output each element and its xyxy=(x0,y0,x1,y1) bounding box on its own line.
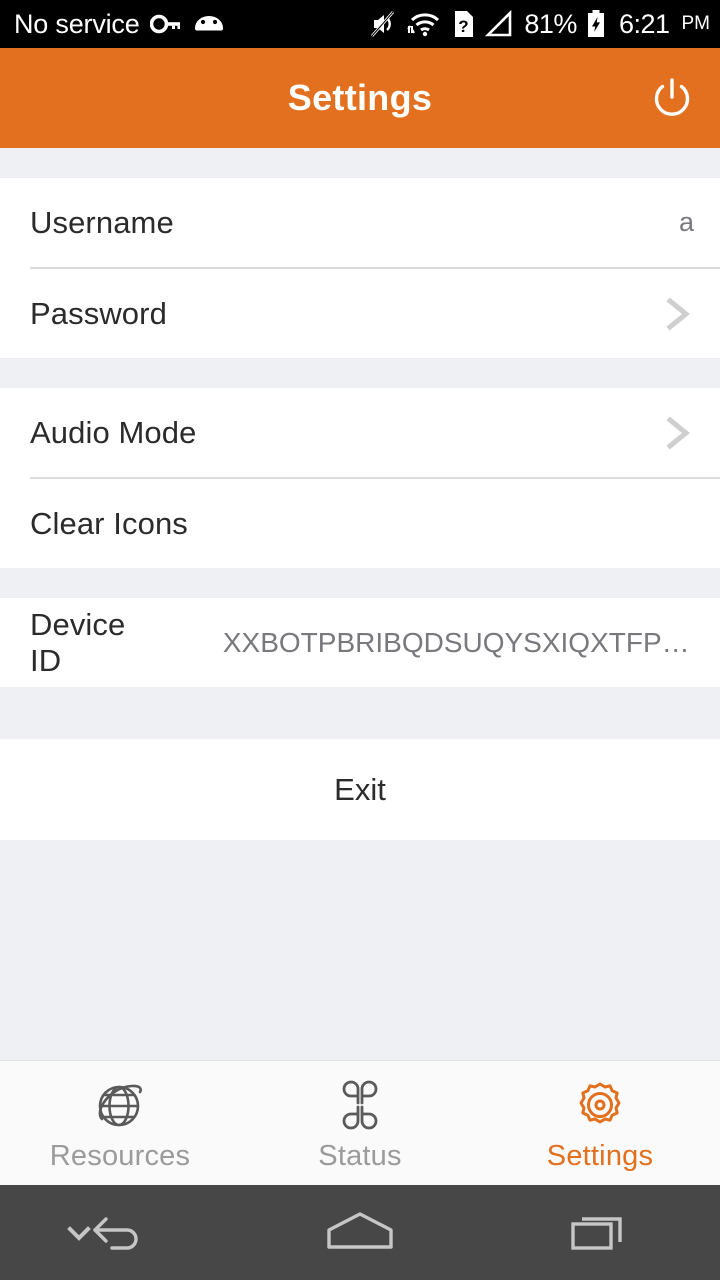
tab-settings[interactable]: Settings xyxy=(480,1061,720,1185)
clover-icon xyxy=(331,1074,389,1136)
exit-button-label: Exit xyxy=(334,771,386,807)
chevron-right-icon xyxy=(660,290,694,338)
row-value: a xyxy=(678,207,694,237)
options-settings-group: Audio Mode Clear Icons xyxy=(0,388,720,568)
wifi-icon xyxy=(407,10,443,38)
tab-label: Settings xyxy=(546,1139,654,1172)
chevron-down-icon[interactable] xyxy=(62,1221,96,1245)
chevron-right-icon xyxy=(660,409,694,457)
home-icon[interactable] xyxy=(240,1206,480,1260)
page-title: Settings xyxy=(287,77,433,118)
vpn-key-icon xyxy=(149,12,182,36)
section-gap-exit xyxy=(0,687,720,739)
row-label: Password xyxy=(30,295,167,331)
app-bar: Settings xyxy=(0,48,720,148)
globe-icon xyxy=(90,1074,150,1136)
battery-percent-label: 81% xyxy=(524,8,577,39)
clock-ampm-label: PM xyxy=(681,13,711,34)
svg-text:?: ? xyxy=(459,17,469,36)
settings-row-device-id[interactable]: Device ID XXBOTPBRIBQDSUQYSXIQXTFPR… xyxy=(0,598,720,687)
android-head-icon xyxy=(192,12,226,36)
battery-charging-icon xyxy=(586,9,606,39)
status-bar-left: No service xyxy=(14,9,226,40)
tab-resources[interactable]: Resources xyxy=(0,1061,240,1185)
volume-mute-icon xyxy=(368,9,398,39)
status-bar-right: ? 81% 6:21 PM xyxy=(368,9,710,40)
tab-label: Resources xyxy=(49,1139,191,1172)
sim-unknown-icon: ? xyxy=(452,9,476,39)
settings-row-password[interactable]: Password xyxy=(0,269,720,358)
clock-label: 6:21 xyxy=(618,8,670,39)
account-settings-group: Username a Password xyxy=(0,178,720,358)
row-label: Username xyxy=(30,204,174,240)
power-icon[interactable] xyxy=(646,72,698,124)
settings-row-username[interactable]: Username a xyxy=(0,178,720,267)
row-label: Audio Mode xyxy=(30,414,197,450)
recents-icon[interactable] xyxy=(480,1206,720,1260)
section-gap-top xyxy=(0,148,720,178)
section-gap-middle xyxy=(0,358,720,388)
device-settings-group: Device ID XXBOTPBRIBQDSUQYSXIQXTFPR… xyxy=(0,598,720,687)
device-id-value: XXBOTPBRIBQDSUQYSXIQXTFPR… xyxy=(222,626,694,658)
exit-button[interactable]: Exit xyxy=(0,739,720,840)
row-label: Device ID xyxy=(30,606,126,678)
tab-status[interactable]: Status xyxy=(240,1061,480,1185)
row-label: Clear Icons xyxy=(30,505,188,541)
carrier-label: No service xyxy=(14,8,140,39)
settings-row-clear-icons[interactable]: Clear Icons xyxy=(0,479,720,568)
bottom-tab-bar: Resources Status Settings xyxy=(0,1060,720,1185)
android-nav-bar xyxy=(0,1185,720,1280)
back-arrow-icon[interactable] xyxy=(0,1206,240,1260)
section-gap-lower xyxy=(0,568,720,598)
settings-row-audio-mode[interactable]: Audio Mode xyxy=(0,388,720,477)
app-root: No service ? 81% 6:21 PM Settings Userna… xyxy=(0,0,720,1280)
signal-triangle-icon xyxy=(485,10,515,38)
gear-icon xyxy=(571,1074,629,1136)
settings-content: Username a Password Audio Mode Clear Ico… xyxy=(0,148,720,1060)
status-bar: No service ? 81% 6:21 PM xyxy=(0,0,720,48)
tab-label: Status xyxy=(318,1139,402,1172)
